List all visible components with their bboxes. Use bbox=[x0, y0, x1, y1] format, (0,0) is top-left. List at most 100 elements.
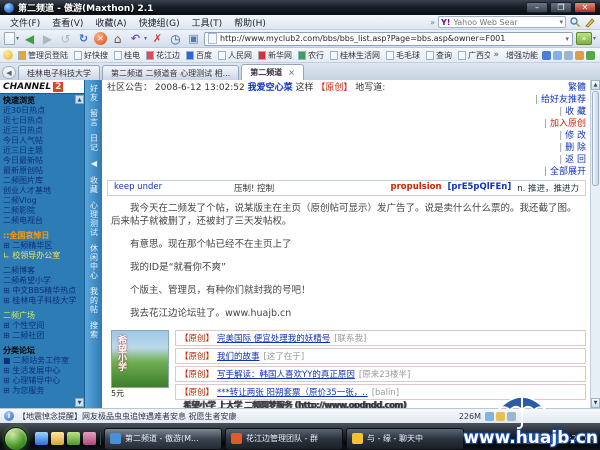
status-icon-lightning[interactable] bbox=[496, 411, 505, 421]
url-dropdown-icon[interactable]: ▾ bbox=[565, 35, 569, 43]
sidebar-item[interactable]: 近三日热点 bbox=[3, 126, 84, 136]
tray-volume-icon[interactable] bbox=[550, 433, 561, 444]
sidebar-item[interactable]: 最新原创帖 bbox=[3, 166, 84, 176]
scroll-down-icon[interactable]: ▼ bbox=[591, 398, 600, 408]
scroll-up-icon[interactable]: ▲ bbox=[591, 80, 600, 90]
post-action-link[interactable]: 收 藏 bbox=[535, 106, 586, 118]
start-button[interactable] bbox=[4, 426, 28, 450]
post-action-link[interactable]: 加入原创 bbox=[535, 118, 586, 130]
related-title-link[interactable]: 写手解读：韩国人喜欢YY的真正原因 bbox=[217, 370, 355, 380]
bookmark-item[interactable]: 桂电 bbox=[111, 50, 143, 61]
sidebar-item[interactable]: 二频影院 bbox=[3, 206, 84, 216]
bookmark-item[interactable]: 百度 bbox=[183, 50, 215, 61]
minimize-button[interactable]: – bbox=[526, 2, 548, 13]
quick-launch-desktop-icon[interactable] bbox=[67, 432, 80, 445]
sidebar-item[interactable]: 二频图片库 bbox=[3, 176, 84, 186]
author-link[interactable]: 我爱空心菜 bbox=[248, 83, 293, 93]
sidebar-item[interactable]: 二频希望小学 bbox=[3, 276, 84, 286]
sidebar-item[interactable]: ⊞ 个性空间 bbox=[3, 321, 84, 331]
sidebar-item[interactable]: 二频Vlog bbox=[3, 196, 84, 206]
page-scrollbar[interactable]: ▲ ▼ bbox=[590, 80, 600, 408]
new-page-dropdown-icon[interactable]: ▾ bbox=[16, 35, 19, 42]
bookmark-item[interactable]: 花江边 bbox=[143, 50, 183, 61]
related-row[interactable]: 【原创】 我们的故事 [这了在于] bbox=[175, 348, 586, 364]
sidebar-item[interactable]: ⊞ 桂林电子科技大学 bbox=[3, 296, 84, 306]
bookmarks-overflow-icon[interactable]: » bbox=[490, 50, 502, 60]
sidebar-scroll-up-icon[interactable]: ▲ bbox=[75, 95, 84, 104]
post-action-link[interactable]: 删 除 bbox=[535, 142, 586, 154]
tab-close-icon[interactable]: × bbox=[288, 68, 295, 77]
sidebar-item[interactable]: 今日最新帖 bbox=[3, 156, 84, 166]
sidebar-item[interactable]: 近七日热点 bbox=[3, 116, 84, 126]
back-icon[interactable]: ◀ bbox=[22, 32, 37, 46]
bookmark-item[interactable]: 毛毛球 bbox=[383, 50, 423, 61]
strip-button[interactable]: 好友 bbox=[86, 84, 102, 102]
bookmark-item[interactable]: 广西交通台 bbox=[455, 50, 490, 61]
hope-school-ad-image[interactable]: 希望小学 bbox=[111, 330, 169, 388]
strip-button[interactable]: 日记 bbox=[86, 134, 102, 152]
bookmark-item[interactable]: 新华网 bbox=[255, 50, 295, 61]
quick-refresh-icon[interactable]: ↺ bbox=[58, 32, 73, 46]
strip-button[interactable]: ◀ bbox=[86, 159, 102, 169]
bookmark-item[interactable]: 桂林生活网 bbox=[327, 50, 383, 61]
sidebar-item[interactable]: ⊞ 心理辅导中心 bbox=[3, 376, 84, 386]
plugin-icon-3[interactable] bbox=[564, 50, 573, 60]
search-icon[interactable] bbox=[569, 16, 581, 28]
stop-icon[interactable]: ✕ bbox=[94, 32, 108, 45]
strip-button[interactable]: 留言 bbox=[86, 109, 102, 127]
plugin-icon-4[interactable] bbox=[575, 50, 584, 60]
post-action-link[interactable]: 给好友推荐 bbox=[535, 94, 586, 106]
go-dropdown-icon[interactable]: ▾ bbox=[593, 35, 596, 42]
strip-button[interactable]: 休闲中心 bbox=[86, 244, 102, 280]
quick-launch-folder-icon[interactable] bbox=[51, 432, 64, 445]
search-input[interactable]: Y! Yahoo Web Sear ▾ bbox=[438, 16, 566, 28]
post-action-link[interactable]: 修 改 bbox=[535, 130, 586, 142]
task-maxthon[interactable]: 第二频道 - 傲游(M... bbox=[104, 427, 222, 450]
bookmark-item[interactable]: 好快搜 bbox=[71, 50, 111, 61]
sidebar-item[interactable]: 创业人才基地 bbox=[3, 186, 84, 196]
menu-item[interactable]: 收藏(A) bbox=[89, 16, 132, 29]
split-view-icon[interactable]: ▣ bbox=[186, 32, 201, 46]
task-qq-group[interactable]: 花江边管理团队 - 群 bbox=[225, 427, 343, 450]
new-page-icon[interactable] bbox=[4, 32, 15, 45]
tray-clock[interactable]: 6:24 PM bbox=[564, 434, 596, 443]
home-icon[interactable]: ⌂ bbox=[110, 32, 125, 46]
ime-indicator[interactable]: 中 bbox=[522, 433, 535, 444]
related-row[interactable]: 【原创】 写手解读：韩国人喜欢YY的真正原因 [原来23楼半] bbox=[175, 366, 586, 382]
ad-thumbnail[interactable]: 希望小学 5元 bbox=[111, 330, 169, 408]
scrolling-ad-text[interactable]: 希望小学 上大学 二频圆梦服务 (http://www.opdndd.com) bbox=[183, 399, 586, 408]
tab-scroll-left-icon[interactable]: ◀ bbox=[2, 66, 16, 79]
collapse-chevron-icon[interactable]: » bbox=[430, 18, 435, 27]
quick-launch-messenger-icon[interactable] bbox=[83, 432, 96, 445]
strip-button[interactable]: 我的帖 bbox=[86, 287, 102, 314]
favorites-star-icon[interactable] bbox=[3, 50, 13, 60]
task-qq-chat[interactable]: 与 - 缘 - 聊天中 bbox=[346, 427, 464, 450]
related-title-link[interactable]: ***转让两张 阳朔套票（原价35一张，.. bbox=[217, 388, 368, 398]
sidebar-item[interactable]: ⊞ 二频社团 bbox=[3, 331, 84, 341]
related-title-link[interactable]: 我们的故事 bbox=[217, 352, 260, 362]
strip-button[interactable]: 搜索 bbox=[86, 321, 102, 339]
plugin-icon-1[interactable] bbox=[542, 50, 551, 60]
post-paragraph[interactable]: 有意思。现在那个帖已经不在主页上了 bbox=[111, 238, 582, 251]
quick-launch-browser-icon[interactable] bbox=[35, 432, 48, 445]
post-action-link[interactable]: 全部展开 bbox=[535, 166, 586, 178]
sidebar-item[interactable]: 二频博客 bbox=[3, 266, 84, 276]
sidebar-item[interactable]: 二频电视台 bbox=[3, 216, 84, 226]
search-engine-dropdown-icon[interactable]: ▾ bbox=[559, 18, 563, 26]
bookmark-item[interactable]: 人民网 bbox=[215, 50, 255, 61]
related-row[interactable]: 【原创】 ***转让两张 阳朔套票（原价35一张，.. [balin] bbox=[175, 384, 586, 400]
post-action-link[interactable]: 返 回 bbox=[535, 154, 586, 166]
sidebar-item[interactable]: ::全国哀悼日 bbox=[3, 231, 84, 241]
magic-fill-icon[interactable]: ✗ bbox=[150, 32, 165, 46]
menu-item[interactable]: 帮助(H) bbox=[228, 16, 272, 29]
plugin-icon-5[interactable] bbox=[586, 50, 595, 60]
scrollbar-thumb[interactable] bbox=[592, 91, 599, 186]
sidebar-item[interactable]: ⊞ 为您服务 bbox=[3, 386, 84, 396]
plugin-icon-2[interactable] bbox=[553, 50, 562, 60]
menu-item[interactable]: 查看(V) bbox=[46, 16, 89, 29]
related-title-link[interactable]: 完美国际 便宜处理我的妖精号 bbox=[217, 334, 330, 344]
undo-icon[interactable]: ↶ bbox=[128, 32, 143, 46]
tray-network-icon[interactable] bbox=[537, 433, 548, 444]
sidebar-item[interactable]: ⊞ 二频精华区 bbox=[3, 241, 84, 251]
bookmark-item[interactable]: 管理员登陆 bbox=[15, 50, 71, 61]
